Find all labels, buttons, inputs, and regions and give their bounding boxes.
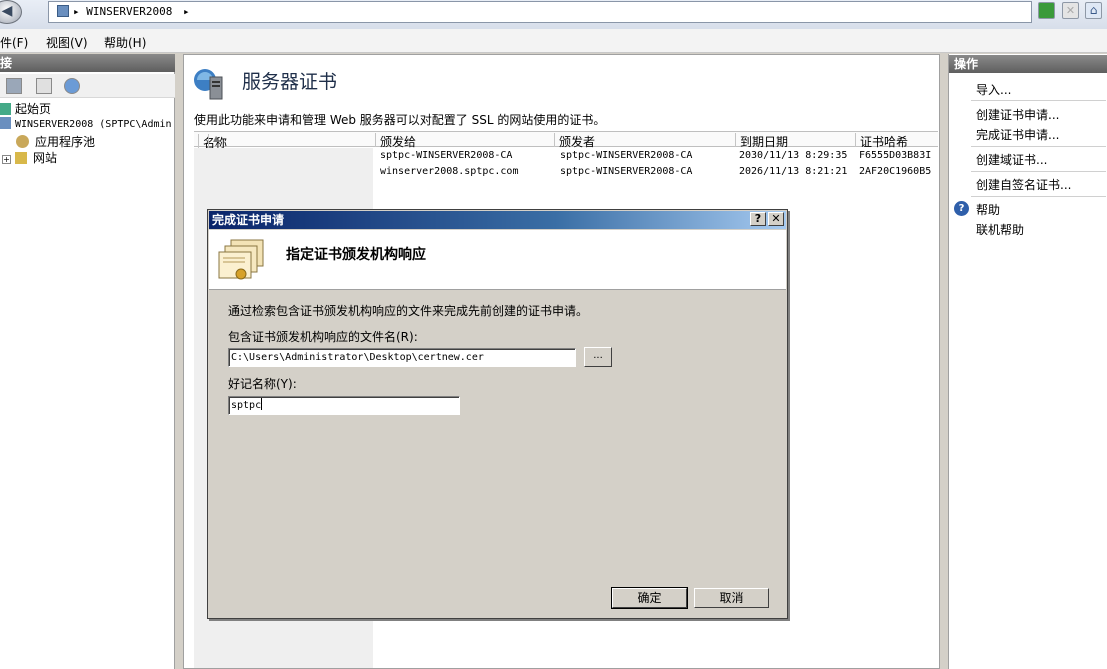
cell-hash: F6555D03B83I	[859, 150, 932, 161]
table-row[interactable]: winserver2008.sptpc.com sptpc-WINSERVER2…	[194, 164, 938, 180]
dialog-heading: 指定证书颁发机构响应	[286, 247, 426, 263]
certificate-stack-icon	[218, 239, 264, 280]
cell-issued-by: sptpc-WINSERVER2008-CA	[560, 150, 693, 161]
text-cursor	[261, 398, 263, 410]
action-complete-request[interactable]: 完成证书申请...	[976, 126, 1059, 143]
address-bar[interactable]: ▸ WINSERVER2008 ▸	[48, 1, 1032, 23]
column-name[interactable]: 名称 ▲	[194, 133, 374, 150]
cell-issued-to: sptpc-WINSERVER2008-CA	[380, 150, 513, 161]
connect-icon[interactable]	[64, 78, 80, 94]
connections-title: 接	[0, 54, 175, 72]
start-page-icon	[0, 103, 11, 115]
address-toolbar: ◀ ▸ WINSERVER2008 ▸ ✕ ⌂	[0, 0, 1107, 29]
column-issued-by[interactable]: 颁发者	[554, 133, 734, 149]
connections-pane: 接 起始页 WINSERVER2008 (SPTPC\Admin 应用程序池 +…	[0, 54, 175, 669]
dialog-close-button[interactable]: ✕	[768, 212, 784, 226]
server-node-icon	[0, 117, 11, 129]
cell-hash: 2AF20C1960B5	[859, 166, 932, 177]
menu-view[interactable]: 视图(V)	[46, 34, 88, 51]
divider	[971, 146, 1106, 147]
server-certificate-icon	[194, 69, 223, 100]
actions-pane: 操作 导入... 创建证书申请... 完成证书申请... 创建域证书... 创建…	[948, 54, 1107, 669]
page-description: 使用此功能来申请和管理 Web 服务器可以对配置了 SSL 的网站使用的证书。	[194, 113, 606, 127]
friendly-name-label: 好记名称(Y):	[228, 377, 297, 391]
app-pool-icon	[16, 135, 29, 148]
divider	[971, 100, 1106, 101]
tree-item-start-page[interactable]: 起始页	[0, 100, 51, 117]
file-name-input[interactable]: C:\Users\Administrator\Desktop\certnew.c…	[228, 348, 576, 367]
stop-icon[interactable]: ✕	[1062, 2, 1079, 19]
divider	[971, 171, 1106, 172]
divider	[971, 196, 1106, 197]
tree-item-server[interactable]: WINSERVER2008 (SPTPC\Admin	[0, 117, 172, 130]
refresh-icon[interactable]	[1038, 2, 1055, 19]
dialog-help-button[interactable]: ?	[750, 212, 766, 226]
cell-expires: 2026/11/13 8:21:21	[739, 166, 848, 177]
expand-icon[interactable]: +	[2, 155, 11, 164]
cell-issued-to: winserver2008.sptpc.com	[380, 166, 519, 177]
up-icon[interactable]	[36, 78, 52, 94]
column-hash[interactable]: 证书哈希	[855, 133, 938, 149]
action-help[interactable]: 帮助	[976, 201, 1000, 218]
action-import[interactable]: 导入...	[976, 81, 1011, 98]
file-name-label: 包含证书颁发机构响应的文件名(R):	[228, 330, 418, 344]
address-path[interactable]: WINSERVER2008	[86, 5, 172, 18]
menu-file[interactable]: 件(F)	[0, 34, 28, 51]
friendly-name-input[interactable]: sptpc	[228, 396, 460, 415]
sites-icon	[15, 152, 27, 164]
dialog-title: 完成证书申请	[212, 213, 285, 227]
column-expiration[interactable]: 到期日期	[735, 133, 854, 149]
home-icon[interactable]: ⌂	[1085, 2, 1102, 19]
save-icon[interactable]	[6, 78, 22, 94]
cell-expires: 2030/11/13 8:29:35	[739, 150, 848, 161]
ok-button[interactable]: 确定	[611, 587, 688, 609]
browse-button[interactable]: ...	[584, 347, 612, 367]
dialog-header: 指定证书颁发机构响应	[209, 230, 786, 290]
certificate-list-header: 名称 ▲ 颁发给 颁发者 到期日期 证书哈希	[194, 131, 938, 150]
actions-title: 操作	[949, 55, 1107, 73]
sort-asc-icon: ▲	[208, 134, 219, 148]
server-icon	[57, 5, 69, 17]
menu-bar: 件(F) 视图(V) 帮助(H)	[0, 29, 1107, 53]
tree-item-sites[interactable]: + 网站	[2, 149, 57, 166]
column-issued-to[interactable]: 颁发给	[375, 133, 553, 149]
connections-toolbar	[0, 74, 175, 98]
menu-help[interactable]: 帮助(H)	[104, 34, 146, 51]
complete-certificate-request-dialog: 完成证书申请 ? ✕ 指定证书颁发机构响应 通过检索包含证书颁发机构响应的文件来…	[207, 209, 788, 619]
action-create-domain-cert[interactable]: 创建域证书...	[976, 151, 1047, 168]
action-online-help[interactable]: 联机帮助	[976, 221, 1024, 238]
dialog-description: 通过检索包含证书颁发机构响应的文件来完成先前创建的证书申请。	[228, 304, 589, 318]
address-arrow: ▸	[73, 5, 80, 18]
help-icon: ?	[954, 201, 969, 216]
action-create-self-signed[interactable]: 创建自签名证书...	[976, 176, 1071, 193]
tree-item-app-pools[interactable]: 应用程序池	[16, 133, 95, 150]
page-title: 服务器证书	[242, 71, 338, 93]
action-create-request[interactable]: 创建证书申请...	[976, 106, 1059, 123]
table-row[interactable]: sptpc-WINSERVER2008-CA sptpc-WINSERVER20…	[194, 148, 938, 164]
address-arrow-2[interactable]: ▸	[183, 5, 190, 18]
cell-issued-by: sptpc-WINSERVER2008-CA	[560, 166, 693, 177]
dialog-title-bar[interactable]: 完成证书申请	[209, 211, 786, 229]
cancel-button[interactable]: 取消	[694, 588, 769, 608]
back-button[interactable]: ◀	[0, 0, 22, 24]
